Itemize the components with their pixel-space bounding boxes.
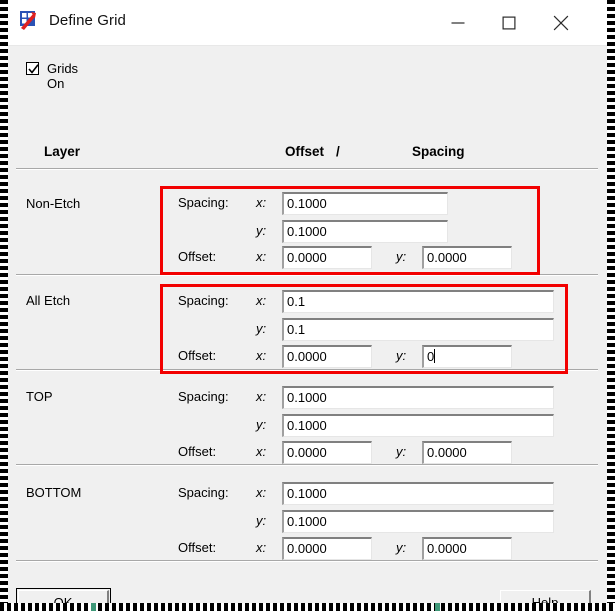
spacing-y-input-all-etch[interactable]: 0.1 bbox=[282, 318, 554, 341]
spacing-x-axis-label-all-etch: x: bbox=[256, 293, 267, 308]
column-header-offset: Offset bbox=[285, 144, 325, 159]
window-title: Define Grid bbox=[49, 12, 126, 29]
minimize-icon[interactable] bbox=[435, 0, 481, 45]
divider-row-1 bbox=[16, 274, 598, 276]
grid-app-icon bbox=[18, 9, 40, 31]
selection-marquee-left bbox=[0, 0, 8, 611]
spacing-y-axis-label-all-etch: y: bbox=[256, 321, 267, 336]
spacing-y-axis-label-non-etch: y: bbox=[256, 223, 267, 238]
spacing-x-axis-label-bottom: x: bbox=[256, 485, 267, 500]
grids-on-label: Grids On bbox=[47, 61, 79, 91]
offset-x-input-all-etch[interactable]: 0.0000 bbox=[282, 345, 372, 368]
layer-label-all-etch: All Etch bbox=[26, 293, 71, 308]
spacing-label-bottom: Spacing: bbox=[178, 485, 229, 500]
offset-label-non-etch: Offset: bbox=[178, 249, 217, 264]
screen-root: Define Grid Grids On Layer Offset / Spac… bbox=[0, 0, 615, 611]
offset-label-all-etch: Offset: bbox=[178, 348, 217, 363]
offset-x-axis-label-all-etch: x: bbox=[256, 348, 267, 363]
offset-x-input-bottom[interactable]: 0.0000 bbox=[282, 537, 372, 560]
close-icon[interactable] bbox=[538, 0, 584, 45]
spacing-y-input-non-etch[interactable]: 0.1000 bbox=[282, 220, 448, 243]
spacing-x-input-all-etch[interactable]: 0.1 bbox=[282, 290, 554, 313]
spacing-label-non-etch: Spacing: bbox=[178, 195, 229, 210]
spacing-y-input-bottom[interactable]: 0.1000 bbox=[282, 510, 554, 533]
offset-y-input-bottom[interactable]: 0.0000 bbox=[422, 537, 512, 560]
offset-y-axis-label-top: y: bbox=[396, 444, 407, 459]
spacing-x-input-bottom[interactable]: 0.1000 bbox=[282, 482, 554, 505]
layer-label-non-etch: Non-Etch bbox=[26, 196, 81, 211]
offset-y-input-non-etch[interactable]: 0.0000 bbox=[422, 246, 512, 269]
spacing-y-axis-label-top: y: bbox=[256, 417, 267, 432]
divider-row-3 bbox=[16, 464, 598, 466]
column-header-layer: Layer bbox=[44, 144, 81, 159]
checkmark-icon bbox=[28, 64, 39, 74]
ok-button[interactable]: OK bbox=[16, 588, 111, 603]
spacing-x-axis-label-non-etch: x: bbox=[256, 195, 267, 210]
spacing-y-axis-label-bottom: y: bbox=[256, 513, 267, 528]
title-bar[interactable]: Define Grid bbox=[8, 0, 607, 46]
offset-y-input-all-etch[interactable]: 0 bbox=[422, 345, 512, 368]
divider-header bbox=[16, 168, 598, 170]
maximize-icon[interactable] bbox=[486, 0, 532, 45]
dialog-client-area: Grids On Layer Offset / Spacing Non-Etch… bbox=[8, 46, 607, 603]
marquee-green-marker-left bbox=[91, 603, 96, 611]
selection-marquee-bottom bbox=[0, 603, 615, 611]
spacing-x-input-top[interactable]: 0.1000 bbox=[282, 386, 554, 409]
marquee-green-marker-right bbox=[435, 603, 440, 611]
spacing-x-input-non-etch[interactable]: 0.1000 bbox=[282, 192, 448, 215]
column-header-slash: / bbox=[336, 144, 340, 159]
layer-label-top: TOP bbox=[26, 389, 53, 404]
offset-x-input-top[interactable]: 0.0000 bbox=[282, 441, 372, 464]
offset-label-top: Offset: bbox=[178, 444, 217, 459]
offset-y-input-top[interactable]: 0.0000 bbox=[422, 441, 512, 464]
define-grid-dialog: Define Grid Grids On Layer Offset / Spac… bbox=[8, 0, 607, 603]
help-button[interactable]: Help bbox=[500, 590, 591, 603]
grids-on-checkbox[interactable] bbox=[26, 62, 39, 75]
offset-x-axis-label-non-etch: x: bbox=[256, 249, 267, 264]
selection-marquee-right bbox=[607, 0, 615, 611]
offset-x-axis-label-top: x: bbox=[256, 444, 267, 459]
spacing-y-input-top[interactable]: 0.1000 bbox=[282, 414, 554, 437]
offset-y-axis-label-non-etch: y: bbox=[396, 249, 407, 264]
offset-label-bottom: Offset: bbox=[178, 540, 217, 555]
offset-x-axis-label-bottom: x: bbox=[256, 540, 267, 555]
layer-label-bottom: BOTTOM bbox=[26, 485, 82, 500]
spacing-x-axis-label-top: x: bbox=[256, 389, 267, 404]
offset-x-input-non-etch[interactable]: 0.0000 bbox=[282, 246, 372, 269]
column-header-spacing: Spacing bbox=[412, 144, 465, 159]
offset-y-axis-label-bottom: y: bbox=[396, 540, 407, 555]
offset-y-axis-label-all-etch: y: bbox=[396, 348, 407, 363]
spacing-label-all-etch: Spacing: bbox=[178, 293, 229, 308]
divider-row-2 bbox=[16, 369, 598, 371]
divider-row-4 bbox=[16, 560, 598, 562]
spacing-label-top: Spacing: bbox=[178, 389, 229, 404]
